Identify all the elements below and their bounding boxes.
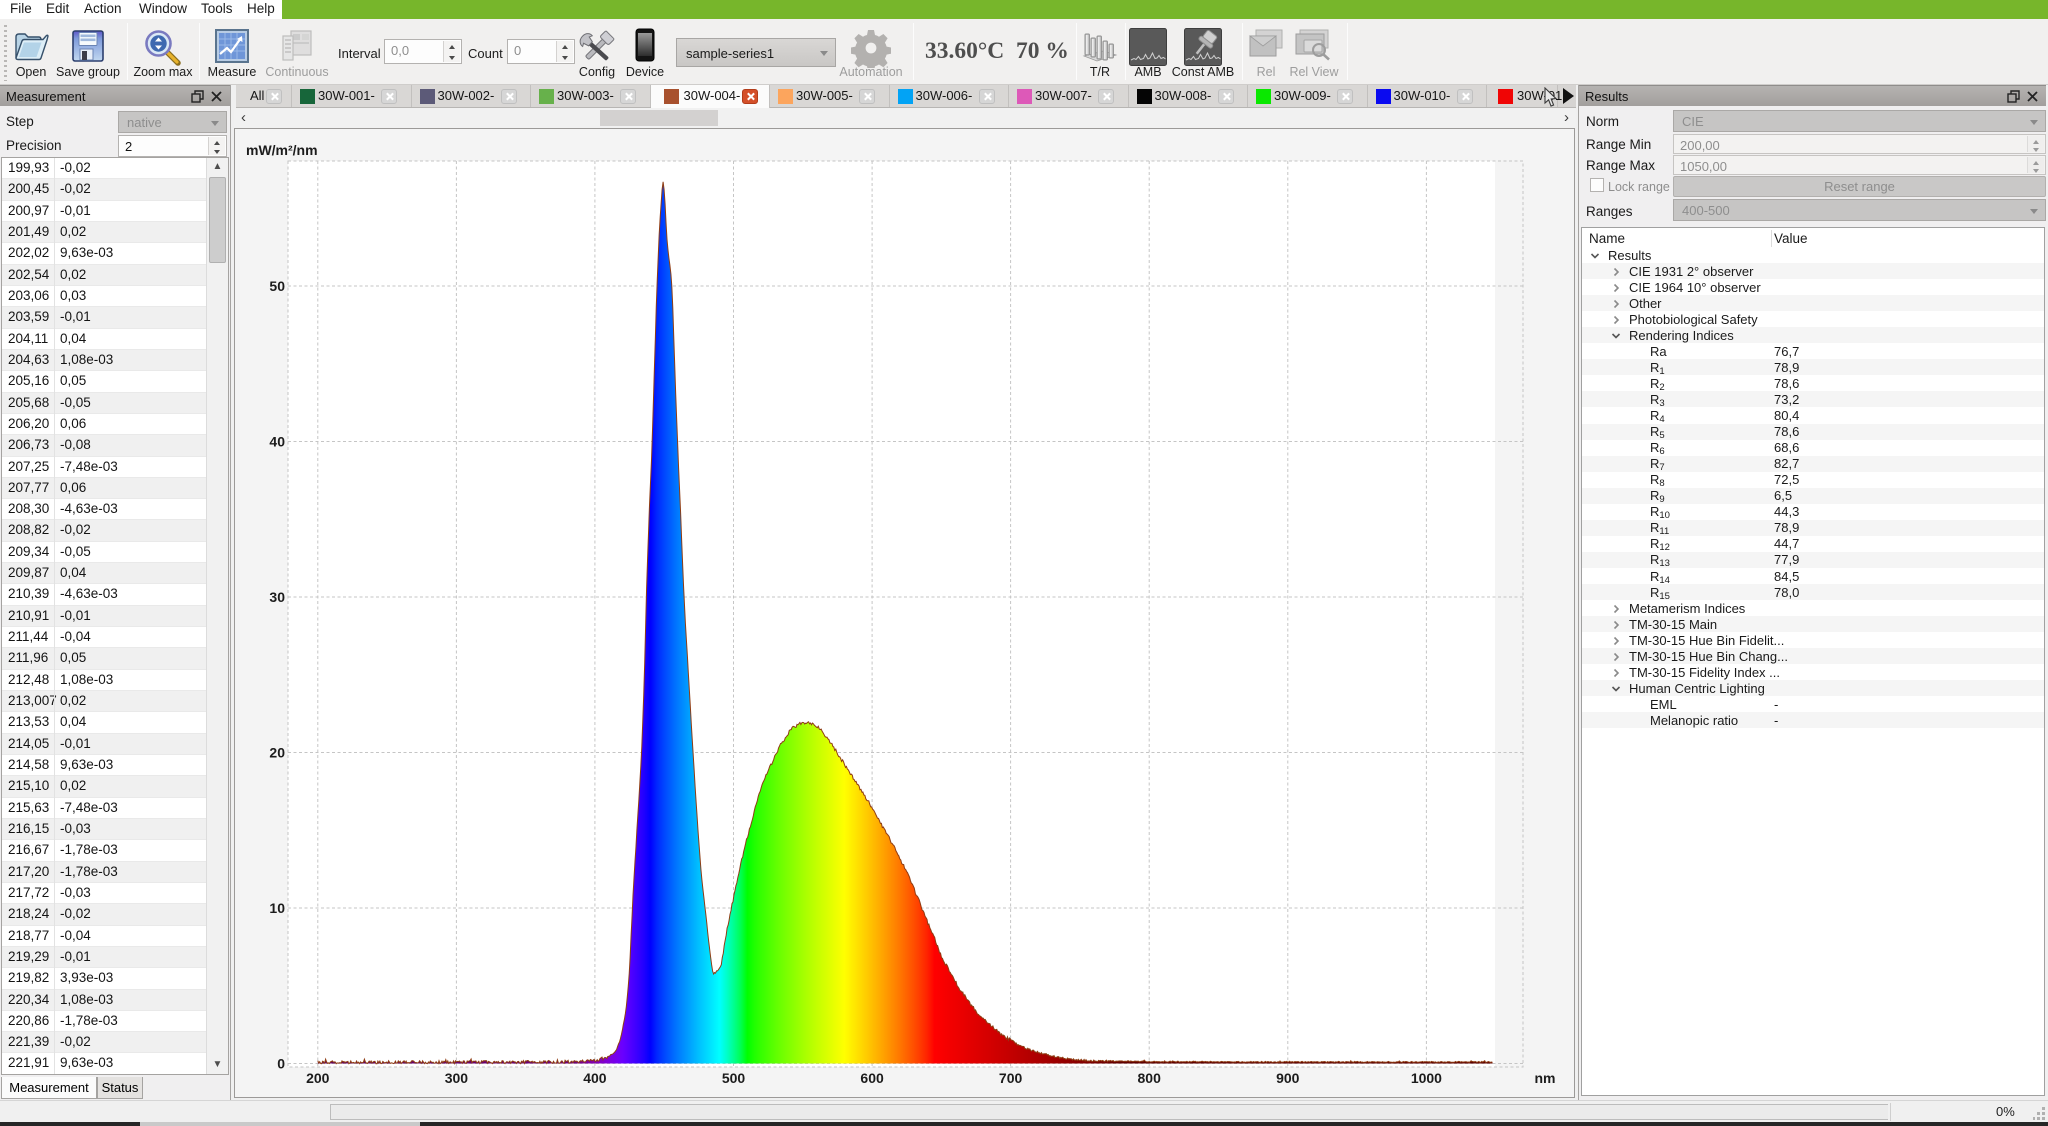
svg-text:20: 20	[269, 745, 285, 761]
svg-text:10: 10	[269, 900, 285, 916]
svg-text:nm: nm	[1535, 1070, 1556, 1086]
svg-text:30: 30	[269, 589, 285, 605]
svg-text:mW/m²/nm: mW/m²/nm	[246, 142, 318, 158]
svg-text:800: 800	[1138, 1070, 1162, 1086]
svg-text:40: 40	[269, 434, 285, 450]
svg-text:300: 300	[445, 1070, 469, 1086]
svg-text:50: 50	[269, 278, 285, 294]
svg-text:200: 200	[306, 1070, 330, 1086]
svg-text:600: 600	[860, 1070, 884, 1086]
svg-text:400: 400	[583, 1070, 607, 1086]
svg-text:1000: 1000	[1411, 1070, 1442, 1086]
svg-text:900: 900	[1276, 1070, 1300, 1086]
svg-text:500: 500	[722, 1070, 746, 1086]
svg-text:700: 700	[999, 1070, 1023, 1086]
svg-text:0: 0	[277, 1056, 285, 1072]
